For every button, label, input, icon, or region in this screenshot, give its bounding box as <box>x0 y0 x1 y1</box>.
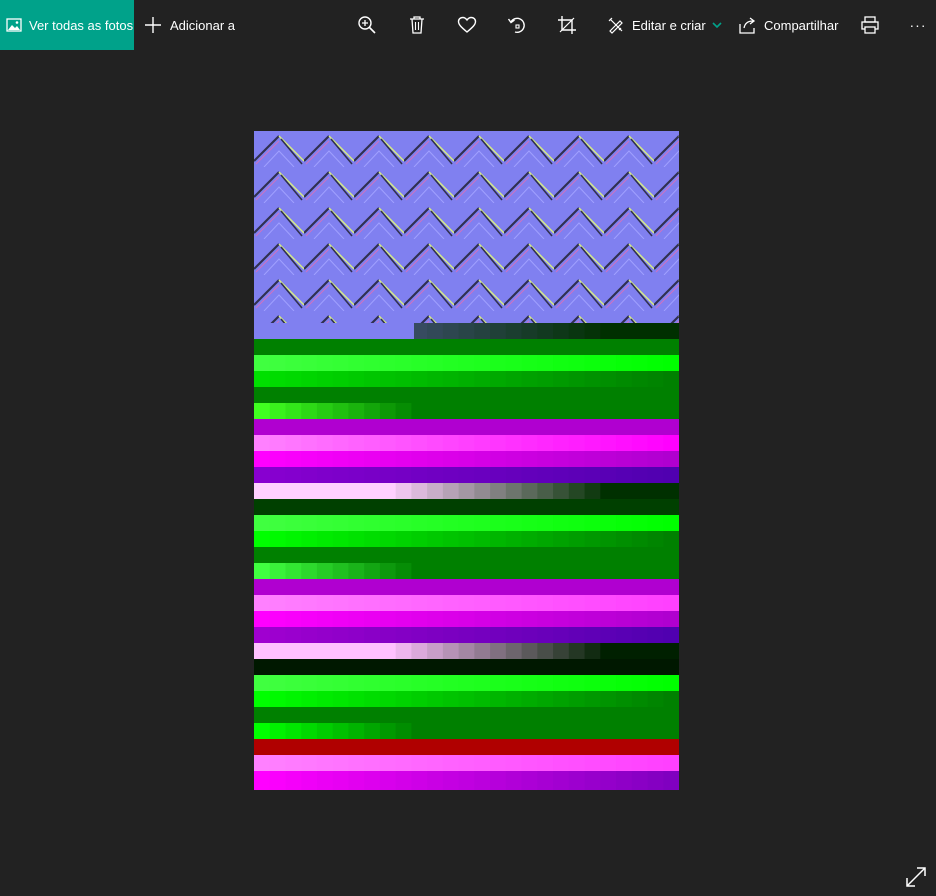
crop-icon <box>557 15 577 35</box>
expand-icon <box>905 866 929 888</box>
favorite-button[interactable] <box>455 13 479 37</box>
plus-icon <box>144 16 162 34</box>
photo-glitch-bands <box>254 323 679 790</box>
chevron-down-icon <box>712 21 722 29</box>
delete-button[interactable] <box>405 13 429 37</box>
zoom-button[interactable] <box>355 13 379 37</box>
favorite-icon <box>457 16 477 34</box>
fullscreen-button[interactable] <box>905 866 929 890</box>
add-to-button[interactable]: Adicionar a <box>144 0 235 50</box>
all-photos-label: Ver todas as fotos <box>29 17 134 33</box>
edit-create-icon <box>607 16 625 34</box>
more-icon: ··· <box>909 17 927 33</box>
all-photos-button[interactable]: Ver todas as fotos <box>0 0 134 50</box>
rotate-button[interactable] <box>505 13 529 37</box>
more-options-button[interactable]: ··· <box>906 13 930 37</box>
command-bar: Ver todas as fotos Adicionar a Editar e … <box>0 0 936 50</box>
edit-create-button[interactable]: Editar e criar <box>607 0 722 50</box>
rotate-icon <box>507 15 527 35</box>
photo-viewer[interactable] <box>254 131 679 790</box>
share-label: Compartilhar <box>764 17 839 33</box>
print-button[interactable] <box>858 13 882 37</box>
add-to-label: Adicionar a <box>170 17 236 33</box>
share-button[interactable]: Compartilhar <box>739 0 838 50</box>
share-icon <box>739 16 757 34</box>
print-icon <box>860 15 880 35</box>
crop-button[interactable] <box>555 13 579 37</box>
edit-create-label: Editar e criar <box>632 17 706 33</box>
photos-icon <box>6 17 22 33</box>
zoom-icon <box>357 15 377 35</box>
delete-icon <box>408 15 426 35</box>
